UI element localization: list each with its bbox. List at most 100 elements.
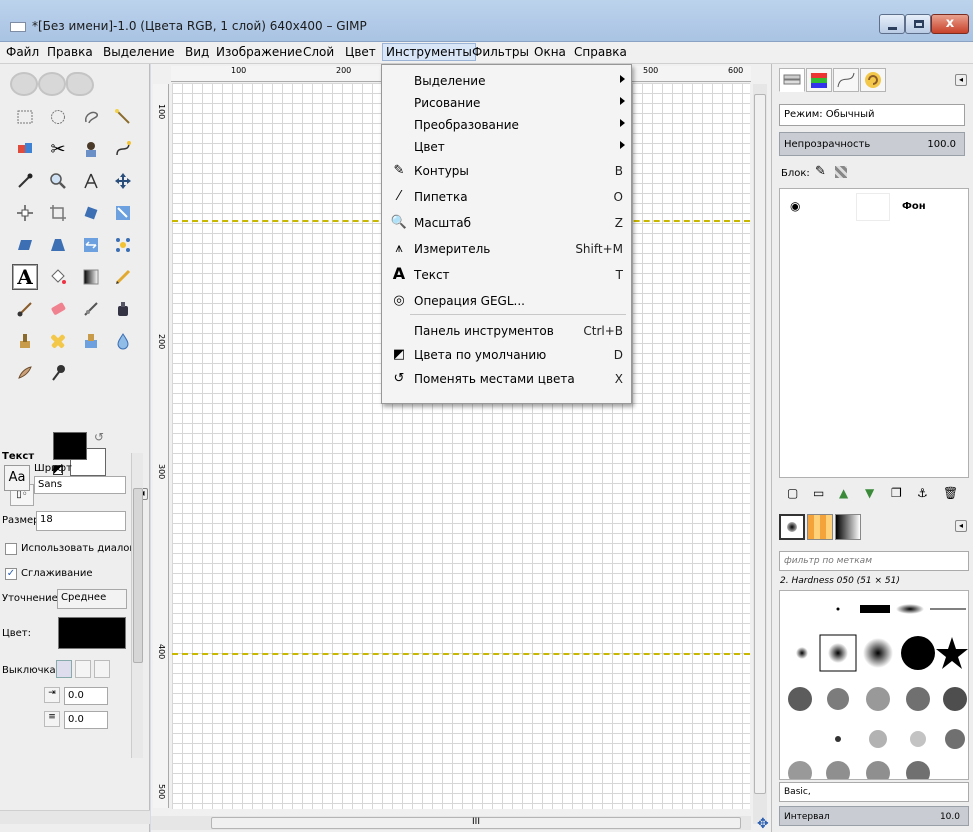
visibility-eye-icon[interactable]: ◉ [790,199,800,213]
eraser-tool-icon[interactable] [45,296,71,322]
brush-preset-select[interactable]: Basic, [779,782,969,802]
brush-grid[interactable] [779,590,969,780]
menu-edit[interactable]: Правка [43,45,97,59]
measure-tool-icon[interactable] [78,168,104,194]
scissors-icon[interactable]: ✂ [45,136,71,162]
menu-layer[interactable]: Слой [299,45,338,59]
tab-gradients[interactable] [835,514,861,540]
canvas-vertical-scrollbar[interactable] [753,84,767,824]
color-picker-tool-icon[interactable] [12,168,38,194]
foreground-select-icon[interactable] [78,136,104,162]
minimize-button[interactable] [879,14,905,34]
paintbrush-tool-icon[interactable] [12,296,38,322]
scrollbar-thumb[interactable] [754,94,766,794]
tools-menu-item[interactable]: 🔍 Масштаб Z [382,211,631,235]
perspective-tool-icon[interactable] [45,232,71,258]
dodge-burn-icon[interactable] [45,360,71,386]
layer-row[interactable]: ◉ Фон [780,189,968,225]
justify-center-icon[interactable] [94,660,110,678]
menu-colors[interactable]: Цвет [341,45,380,59]
zoom-tool-icon[interactable] [45,168,71,194]
bucket-fill-icon[interactable] [45,264,71,290]
ink-tool-icon[interactable] [110,296,136,322]
menu-image[interactable]: Изображение [212,45,306,59]
tab-undo[interactable] [860,68,886,92]
justify-right-icon[interactable] [75,660,91,678]
canvas-horizontal-scrollbar[interactable]: III [151,816,751,830]
menu-windows[interactable]: Окна [530,45,570,59]
swap-colors-icon[interactable]: ↺ [94,430,104,444]
font-field[interactable]: Sans [34,476,126,494]
lock-alpha-icon[interactable] [835,166,847,178]
fuzzy-select-icon[interactable] [110,104,136,130]
rect-select-icon[interactable] [12,104,38,130]
tools-menu-item[interactable]: ✎ Контуры B [382,159,631,183]
justify-left-icon[interactable] [56,660,72,678]
tools-menu-item[interactable]: A Текст T [382,263,631,287]
opacity-slider[interactable]: Непрозрачность 100.0 [779,132,965,156]
menu-view[interactable]: Вид [181,45,213,59]
scrollbar-thumb[interactable]: III [211,817,741,829]
tab-layers[interactable] [779,68,805,92]
tools-menu-item[interactable]: ◎ Операция GEGL... [382,289,631,313]
blur-tool-icon[interactable] [110,328,136,354]
tool-options-scrollbar[interactable] [131,453,143,758]
mode-select[interactable]: Режим: Обычный [779,104,965,126]
tools-menu-item[interactable]: Рисование [382,91,631,115]
smudge-tool-icon[interactable] [12,360,38,386]
indent-field[interactable]: 0.0 [64,687,108,705]
delete-layer-icon[interactable]: 🗑 [943,486,958,500]
tools-menu-item[interactable]: ◩ Цвета по умолчанию D [382,343,631,367]
cage-transform-icon[interactable] [110,232,136,258]
brush-tag-filter[interactable]: фильтр по меткам [779,551,969,571]
crop-tool-icon[interactable] [45,200,71,226]
navigate-icon[interactable]: ✥ [757,816,769,832]
tab-brushes[interactable] [779,514,805,540]
font-button[interactable]: Aa [4,465,30,491]
menu-help[interactable]: Справка [570,45,631,59]
tools-menu-item[interactable]: Преобразование [382,113,631,137]
tools-menu-item[interactable]: ⁄ Пипетка O [382,185,631,209]
perspective-clone-icon[interactable] [78,328,104,354]
new-layer-icon[interactable]: ▢ [787,486,798,500]
pencil-tool-icon[interactable] [110,264,136,290]
flip-tool-icon[interactable] [78,232,104,258]
gradient-tool-icon[interactable] [78,264,104,290]
menu-filters[interactable]: Фильтры [468,45,533,59]
clone-tool-icon[interactable] [12,328,38,354]
paths-tool-icon[interactable] [110,136,136,162]
tools-menu-item[interactable]: ⩚ Измеритель Shift+M [382,237,631,261]
scrollbar-thumb[interactable] [133,488,143,663]
text-color-button[interactable] [58,617,126,649]
align-tool-icon[interactable] [12,200,38,226]
scale-tool-icon[interactable] [110,200,136,226]
tab-paths[interactable] [833,68,859,92]
duplicate-layer-icon[interactable]: ❐ [891,486,902,500]
heal-tool-icon[interactable] [45,328,71,354]
move-tool-icon[interactable] [110,168,136,194]
menu-tools[interactable]: Инструменты [382,43,476,61]
menu-file[interactable]: Файл [2,45,43,59]
tool-options-hscrollbar[interactable] [0,810,150,824]
spacing-slider[interactable]: Интервал 10.0 [779,806,969,826]
vertical-ruler[interactable]: 100 200 300 400 500 [153,84,169,808]
use-editor-checkbox[interactable] [5,543,17,555]
raise-layer-icon[interactable]: ▲ [839,486,848,500]
tab-channels[interactable] [806,68,832,92]
tools-menu-item[interactable]: Панель инструментов Ctrl+B [382,319,631,343]
lock-pixels-icon[interactable]: ✎ [815,164,826,179]
close-button[interactable]: x [931,14,969,34]
anchor-layer-icon[interactable]: ⚓ [917,486,928,500]
free-select-icon[interactable] [78,104,104,130]
tools-menu-item[interactable]: Цвет [382,135,631,159]
tools-menu-item[interactable]: ↺ Поменять местами цвета X [382,367,631,391]
new-layer-group-icon[interactable]: ▭ [813,486,824,500]
line-spacing-field[interactable]: 0.0 [64,711,108,729]
menu-select[interactable]: Выделение [99,45,178,59]
tools-menu-item[interactable]: Выделение [382,69,631,93]
hinting-select[interactable]: Среднее [57,589,127,609]
ellipse-select-icon[interactable] [45,104,71,130]
airbrush-tool-icon[interactable] [78,296,104,322]
antialias-checkbox[interactable]: ✓ [5,568,17,580]
tab-patterns[interactable] [807,514,833,540]
